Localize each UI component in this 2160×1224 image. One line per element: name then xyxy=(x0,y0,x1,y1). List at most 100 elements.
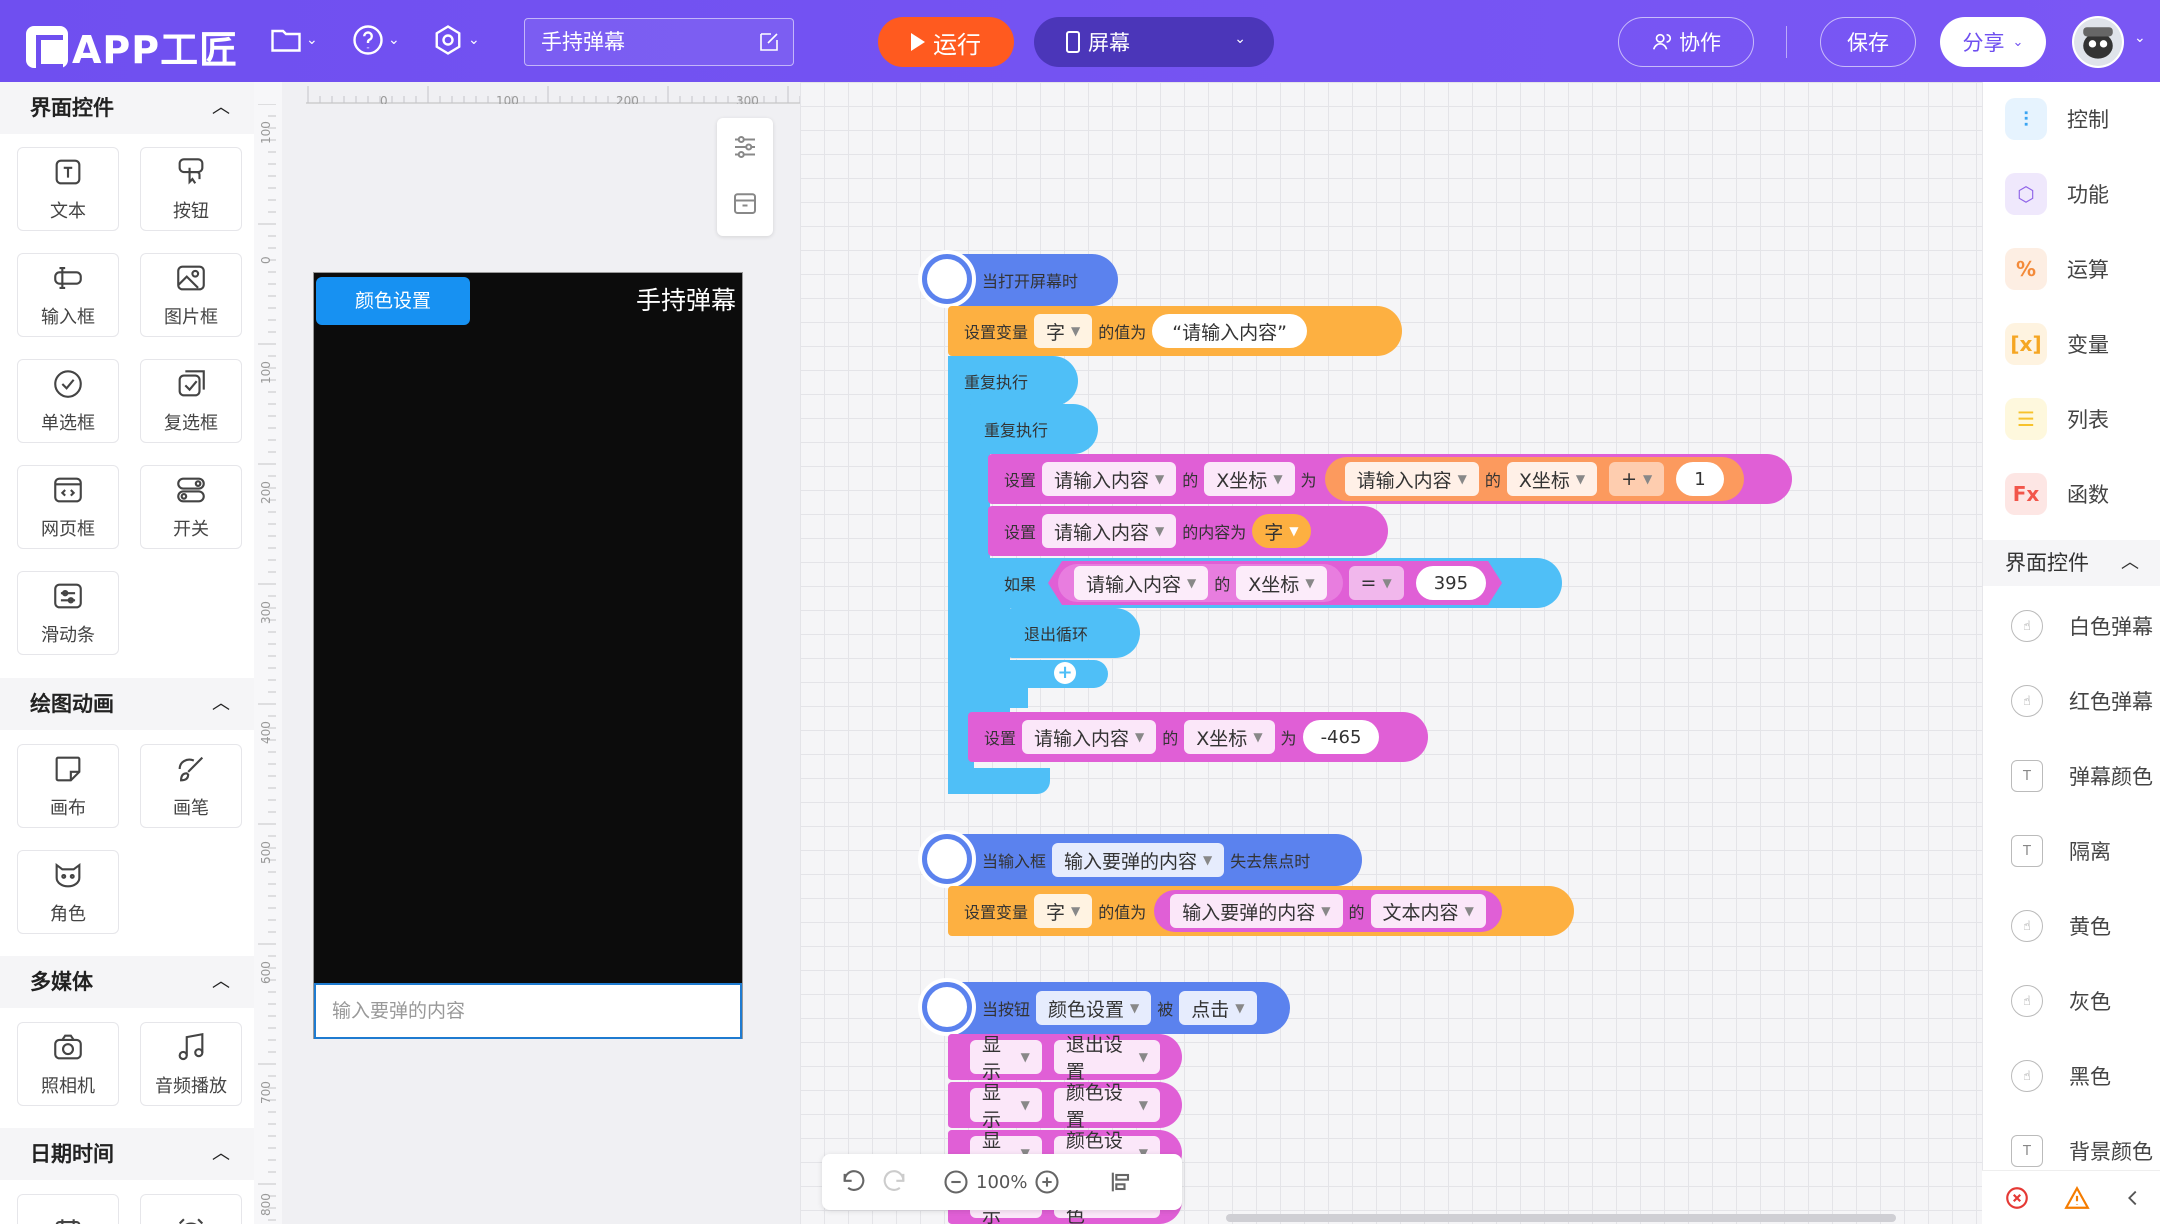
property-reporter[interactable]: 请输入内容 ▼ 的 X坐标 ▼ xyxy=(1058,564,1343,602)
section-header-ui-controls[interactable]: 界面控件 ︿ xyxy=(0,82,254,134)
settings-menu-button[interactable]: ⌄ xyxy=(430,22,480,58)
component-webview[interactable]: 网页框 xyxy=(17,465,119,549)
property-reporter[interactable]: 输入要弹的内容 ▼ 的 文本内容 ▼ xyxy=(1154,890,1502,932)
repeat-outer-block[interactable]: 重复执行 xyxy=(948,356,1078,406)
component-item[interactable]: ☝ 黑色 xyxy=(2005,1051,2155,1101)
align-icon[interactable] xyxy=(1107,1168,1135,1196)
avatar[interactable] xyxy=(2072,16,2124,68)
warning-icon[interactable] xyxy=(2064,1185,2090,1211)
add-branch-button[interactable]: + xyxy=(1054,662,1076,684)
category-functions[interactable]: Fx 函数 xyxy=(2005,469,2155,519)
component-canvas[interactable]: 画布 xyxy=(17,744,119,828)
component-select[interactable]: 请输入内容 ▼ xyxy=(1022,720,1157,754)
string-input[interactable]: “请输入内容” xyxy=(1152,314,1307,348)
redo-icon[interactable] xyxy=(880,1168,908,1196)
section-header-datetime[interactable]: 日期时间 ︿ xyxy=(0,1128,254,1180)
component-pen[interactable]: 画笔 xyxy=(140,744,242,828)
component-slider[interactable]: 滑动条 xyxy=(17,571,119,655)
component-select[interactable]: 请输入内容 ▼ xyxy=(1042,462,1177,496)
collab-button[interactable]: 协作 xyxy=(1618,17,1754,67)
component-select[interactable]: 输入要弹的内容 ▼ xyxy=(1170,894,1343,928)
component-clock[interactable] xyxy=(140,1194,242,1224)
category-variable[interactable]: [x] 变量 xyxy=(2005,319,2155,369)
component-radio[interactable]: 单选框 xyxy=(17,359,119,443)
adjust-icon[interactable] xyxy=(730,132,760,162)
component-calendar[interactable] xyxy=(17,1194,119,1224)
break-block[interactable]: 退出循环 xyxy=(1008,608,1140,658)
property-select[interactable]: X坐标 ▼ xyxy=(1204,462,1295,496)
set-property-block[interactable]: 设置 请输入内容 ▼ 的 X坐标 ▼ 为 请输入内容 ▼ 的 X坐标 ▼ + ▼ 1 xyxy=(988,454,1792,504)
component-text[interactable]: 文本 xyxy=(17,147,119,231)
category-control[interactable]: ⫶ 控制 xyxy=(2005,94,2155,144)
share-button[interactable]: 分享 ⌄ xyxy=(1940,17,2046,67)
collapse-icon[interactable] xyxy=(2122,1187,2144,1209)
component-select[interactable]: 退出设置 ▼ xyxy=(1053,1034,1160,1083)
component-item[interactable]: T 隔离 xyxy=(2005,826,2155,876)
compare-block[interactable]: 请输入内容 ▼ 的 X坐标 ▼ = ▼ 395 xyxy=(1048,561,1502,605)
set-position-block[interactable]: 设置 请输入内容 ▼ 的 X坐标 ▼ 为 -465 xyxy=(968,712,1428,762)
property-select[interactable]: X坐标 ▼ xyxy=(1184,720,1275,754)
number-input[interactable]: 1 xyxy=(1676,462,1724,496)
category-function[interactable]: ⬡ 功能 xyxy=(2005,169,2155,219)
component-image[interactable]: 图片框 xyxy=(140,253,242,337)
category-operator[interactable]: % 运算 xyxy=(2005,244,2155,294)
color-settings-button[interactable]: 颜色设置 xyxy=(316,277,470,325)
category-list[interactable]: ☰ 列表 xyxy=(2005,394,2155,444)
zoom-in-icon[interactable] xyxy=(1033,1168,1061,1196)
if-block[interactable]: 如果 请输入内容 ▼ 的 X坐标 ▼ = ▼ 395 xyxy=(988,558,1562,608)
operator-select[interactable]: = ▼ xyxy=(1349,566,1404,600)
component-select[interactable]: 请输入内容 ▼ xyxy=(1344,462,1479,496)
action-select[interactable]: 显示 ▼ xyxy=(970,1082,1042,1131)
math-block[interactable]: 请输入内容 ▼ 的 X坐标 ▼ + ▼ 1 xyxy=(1324,457,1744,501)
event-screen-open[interactable]: 当打开屏幕时 xyxy=(918,250,1118,308)
file-menu-button[interactable]: ⌄ xyxy=(268,22,318,58)
section-header-ui-controls[interactable]: 界面控件 ︿ xyxy=(1983,540,2160,586)
variable-reporter[interactable]: 字 ▼ xyxy=(1252,514,1311,548)
repeat-inner-block[interactable]: 重复执行 xyxy=(968,404,1098,454)
property-select[interactable]: X坐标 ▼ xyxy=(1236,566,1326,600)
component-select[interactable]: 输入要弹的内容 ▼ xyxy=(1052,843,1225,877)
run-button[interactable]: 运行 xyxy=(878,17,1014,67)
component-select[interactable]: 颜色设置 ▼ xyxy=(1036,991,1152,1025)
component-checkbox[interactable]: 复选框 xyxy=(140,359,242,443)
component-input[interactable]: 输入框 xyxy=(17,253,119,337)
chevron-down-icon[interactable]: ⌄ xyxy=(2134,30,2146,46)
property-select[interactable]: 文本内容 ▼ xyxy=(1370,894,1486,928)
component-button[interactable]: 按钮 xyxy=(140,147,242,231)
component-select[interactable]: 请输入内容 ▼ xyxy=(1042,514,1177,548)
event-button-click[interactable]: 当按钮 颜色设置 ▼ 被 点击 ▼ xyxy=(918,978,1290,1036)
number-input[interactable]: 395 xyxy=(1416,566,1486,600)
action-select[interactable]: 显示 ▼ xyxy=(970,1034,1042,1083)
component-sprite[interactable]: 角色 xyxy=(17,850,119,934)
component-select[interactable]: 颜色设置 ▼ xyxy=(1053,1082,1160,1131)
archive-icon[interactable] xyxy=(730,188,760,218)
screen-select[interactable]: 屏幕 ⌄ xyxy=(1034,17,1274,67)
variable-select[interactable]: 字 ▼ xyxy=(1034,894,1093,928)
component-item[interactable]: T 背景颜色 xyxy=(2005,1126,2155,1176)
section-header-media[interactable]: 多媒体 ︿ xyxy=(0,956,254,1008)
zoom-out-icon[interactable] xyxy=(942,1168,970,1196)
event-select[interactable]: 点击 ▼ xyxy=(1179,991,1257,1025)
show-block[interactable]: 显示 ▼ 退出设置 ▼ xyxy=(948,1034,1182,1083)
event-input-blur[interactable]: 当输入框 输入要弹的内容 ▼ 失去焦点时 xyxy=(918,830,1362,888)
component-select[interactable]: 请输入内容 ▼ xyxy=(1074,566,1208,600)
component-camera[interactable]: 照相机 xyxy=(17,1022,119,1106)
edit-icon[interactable] xyxy=(757,30,781,54)
save-button[interactable]: 保存 xyxy=(1820,17,1916,67)
set-variable-block[interactable]: 设置变量 字 ▼ 的值为 输入要弹的内容 ▼ 的 文本内容 ▼ xyxy=(948,886,1574,936)
number-input[interactable]: -465 xyxy=(1302,720,1380,754)
help-menu-button[interactable]: ⌄ xyxy=(350,22,400,58)
project-name-field[interactable]: 手持弹幕 xyxy=(524,18,794,66)
component-switch[interactable]: 开关 xyxy=(140,465,242,549)
component-item[interactable]: ☝ 灰色 xyxy=(2005,976,2155,1026)
component-item[interactable]: T 弹幕颜色 xyxy=(2005,751,2155,801)
component-item[interactable]: ☝ 白色弹幕 xyxy=(2005,601,2155,651)
show-block[interactable]: 显示 ▼ 颜色设置 ▼ xyxy=(948,1082,1182,1131)
component-audio[interactable]: 音频播放 xyxy=(140,1022,242,1106)
set-text-block[interactable]: 设置 请输入内容 ▼ 的内容为 字 ▼ xyxy=(988,506,1388,556)
operator-select[interactable]: + ▼ xyxy=(1609,462,1665,496)
variable-select[interactable]: 字 ▼ xyxy=(1034,314,1093,348)
horizontal-scrollbar[interactable] xyxy=(1226,1214,1896,1222)
danmu-input[interactable]: 输入要弹的内容 xyxy=(314,983,742,1039)
component-item[interactable]: ☝ 红色弹幕 xyxy=(2005,676,2155,726)
